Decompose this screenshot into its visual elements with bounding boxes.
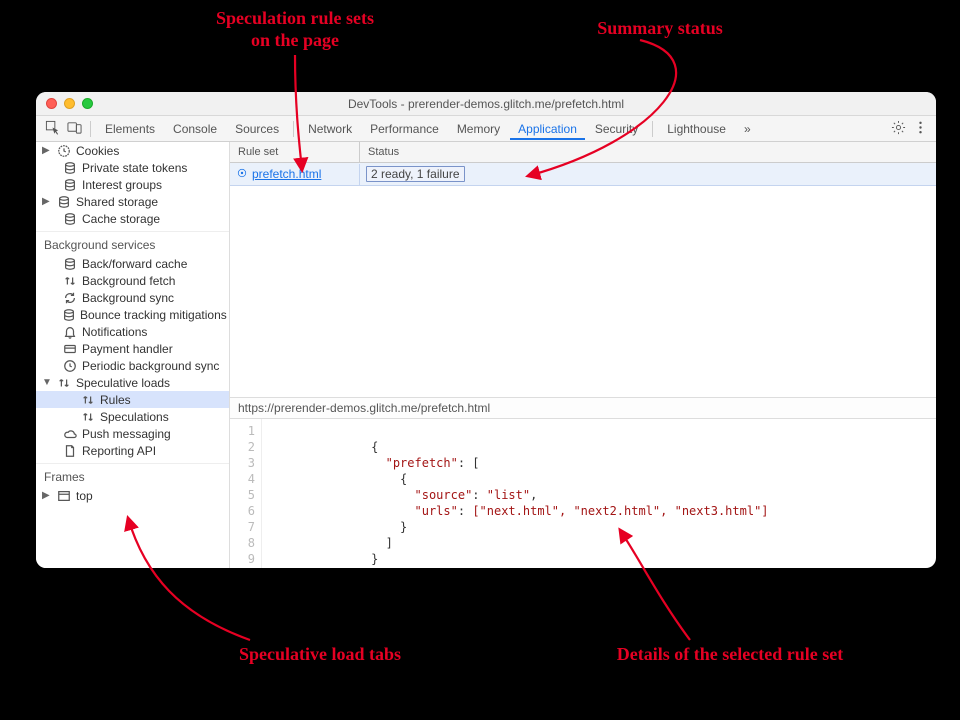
clock-icon — [56, 144, 72, 158]
database-icon — [62, 178, 78, 192]
source-path: https://prerender-demos.glitch.me/prefet… — [230, 397, 936, 418]
cloud-icon — [62, 427, 78, 441]
sidebar-item-cookies[interactable]: ▶Cookies — [36, 142, 229, 159]
line-gutter: 123456789 — [230, 419, 262, 568]
sidebar-item-shared-storage[interactable]: ▶Shared storage — [36, 193, 229, 210]
card-icon — [62, 342, 78, 356]
sidebar-heading-frames: Frames — [36, 463, 229, 487]
tab-console[interactable]: Console — [165, 118, 225, 140]
tab-network[interactable]: Network — [300, 118, 360, 140]
updown-icon — [80, 410, 96, 424]
window-titlebar: DevTools - prerender-demos.glitch.me/pre… — [36, 92, 936, 116]
source-code[interactable]: { "prefetch": [ { "source": "list", "url… — [262, 419, 936, 568]
devtools-window: DevTools - prerender-demos.glitch.me/pre… — [36, 92, 936, 568]
sidebar-item-bg-fetch[interactable]: Background fetch — [36, 272, 229, 289]
document-icon — [62, 444, 78, 458]
source-code-pane: 123456789 { "prefetch": [ { "source": "l… — [230, 418, 936, 568]
window-title: DevTools - prerender-demos.glitch.me/pre… — [36, 97, 936, 111]
col-header-ruleset[interactable]: Rule set — [230, 142, 360, 162]
sidebar-item-periodic-sync[interactable]: Periodic background sync — [36, 357, 229, 374]
sidebar-item-payment-handler[interactable]: Payment handler — [36, 340, 229, 357]
inspect-icon[interactable] — [42, 120, 62, 138]
annotation-rule-sets: Speculation rule setson the page — [180, 8, 410, 51]
devtools-tabbar: Elements Console Sources Network Perform… — [36, 116, 936, 142]
sidebar-item-private-state-tokens[interactable]: Private state tokens — [36, 159, 229, 176]
updown-icon — [80, 393, 96, 407]
sidebar-item-interest-groups[interactable]: Interest groups — [36, 176, 229, 193]
close-window-button[interactable] — [46, 98, 57, 109]
sidebar-item-speculative-loads[interactable]: ▼Speculative loads — [36, 374, 229, 391]
sidebar-heading-background-services: Background services — [36, 231, 229, 255]
frame-icon — [56, 489, 72, 503]
tabs-overflow[interactable]: » — [736, 118, 759, 140]
kebab-menu-icon[interactable] — [910, 120, 930, 138]
tab-application[interactable]: Application — [510, 118, 585, 140]
rules-main-pane: Rule set Status prefetch.html 2 ready, 1… — [230, 142, 936, 568]
device-toolbar-icon[interactable] — [64, 120, 84, 138]
tab-performance[interactable]: Performance — [362, 118, 447, 140]
database-icon — [62, 308, 76, 322]
sidebar-item-reporting-api[interactable]: Reporting API — [36, 442, 229, 459]
maximize-window-button[interactable] — [82, 98, 93, 109]
sidebar-item-speculations[interactable]: Speculations — [36, 408, 229, 425]
tab-sources[interactable]: Sources — [227, 118, 287, 140]
ruleset-row[interactable]: prefetch.html 2 ready, 1 failure — [230, 163, 936, 186]
col-header-status[interactable]: Status — [360, 142, 936, 162]
tab-elements[interactable]: Elements — [97, 118, 163, 140]
sidebar-item-bg-sync[interactable]: Background sync — [36, 289, 229, 306]
annotation-details: Details of the selected rule set — [570, 644, 890, 666]
sync-icon — [62, 291, 78, 305]
application-sidebar: ▶Cookies Private state tokens Interest g… — [36, 142, 230, 568]
updown-icon — [62, 274, 78, 288]
ruleset-link[interactable]: prefetch.html — [230, 164, 360, 185]
sidebar-item-bfcache[interactable]: Back/forward cache — [36, 255, 229, 272]
sidebar-item-top-frame[interactable]: ▶top — [36, 487, 229, 504]
settings-icon[interactable] — [888, 120, 908, 138]
minimize-window-button[interactable] — [64, 98, 75, 109]
annotation-speculative-tabs: Speculative load tabs — [190, 644, 450, 666]
sidebar-item-notifications[interactable]: Notifications — [36, 323, 229, 340]
target-icon — [236, 167, 248, 182]
bell-icon — [62, 325, 78, 339]
traffic-lights — [46, 98, 93, 109]
ruleset-status[interactable]: 2 ready, 1 failure — [360, 163, 936, 185]
database-icon — [62, 161, 78, 175]
rules-table-header: Rule set Status — [230, 142, 936, 163]
annotation-summary-status: Summary status — [560, 18, 760, 40]
tab-memory[interactable]: Memory — [449, 118, 508, 140]
sidebar-item-rules[interactable]: Rules — [36, 391, 229, 408]
database-icon — [62, 257, 78, 271]
updown-icon — [56, 376, 72, 390]
sidebar-item-bounce-tracking[interactable]: Bounce tracking mitigations — [36, 306, 229, 323]
tab-lighthouse[interactable]: Lighthouse — [659, 118, 734, 140]
database-icon — [62, 212, 78, 226]
tab-security[interactable]: Security — [587, 118, 646, 140]
sidebar-item-push-messaging[interactable]: Push messaging — [36, 425, 229, 442]
clock-icon — [62, 359, 78, 373]
database-icon — [56, 195, 72, 209]
sidebar-item-cache-storage[interactable]: Cache storage — [36, 210, 229, 227]
